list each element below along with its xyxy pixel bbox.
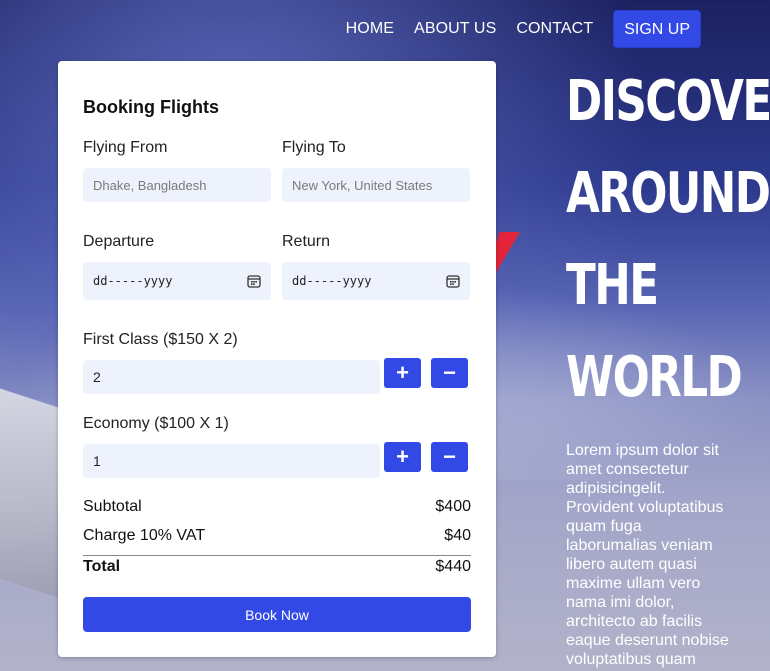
vat-value: $40 xyxy=(444,527,471,544)
first-class-qty-input[interactable]: 2 xyxy=(83,360,380,394)
flying-to-label: Flying To xyxy=(282,139,346,156)
departure-date-input[interactable]: dd-----yyyy xyxy=(83,262,271,300)
nav-about-link[interactable]: ABOUT US xyxy=(414,20,496,38)
booking-title: Booking Flights xyxy=(83,97,219,117)
nav-home-link[interactable]: HOME xyxy=(346,20,394,38)
return-date-input[interactable]: dd-----yyyy xyxy=(282,262,470,300)
total-divider xyxy=(83,555,471,556)
flying-to-input[interactable]: New York, United States xyxy=(282,168,470,202)
departure-date-text: dd-----yyyy xyxy=(93,274,173,288)
hero-title: DISCOVER AROUND THE WORLD xyxy=(566,56,770,424)
total-value: $440 xyxy=(435,558,471,575)
book-now-button[interactable]: Book Now xyxy=(83,597,471,632)
first-class-plus-button[interactable]: + xyxy=(384,358,421,388)
subtotal-value: $400 xyxy=(435,498,471,515)
first-class-minus-button[interactable]: − xyxy=(431,358,468,388)
return-date-text: dd-----yyyy xyxy=(292,274,372,288)
total-label: Total xyxy=(83,558,121,575)
hero-title-line: THE xyxy=(566,253,659,318)
vat-label: Charge 10% VAT xyxy=(83,527,206,544)
economy-plus-button[interactable]: + xyxy=(384,442,421,472)
subtotal-label: Subtotal xyxy=(83,498,142,515)
return-label: Return xyxy=(282,233,331,250)
hero-paragraph: Lorem ipsum dolor sit amet consectetur a… xyxy=(566,442,729,668)
top-nav: HOME ABOUT US CONTACT SIGN UP xyxy=(346,10,701,48)
total-row: Total $440 xyxy=(83,558,471,576)
departure-label: Departure xyxy=(83,233,155,250)
hero-title-line: DISCOVER xyxy=(566,69,770,134)
flying-from-input[interactable]: Dhake, Bangladesh xyxy=(83,168,271,202)
signup-button[interactable]: SIGN UP xyxy=(613,10,701,48)
booking-card: Booking Flights Flying From Dhake, Bangl… xyxy=(58,61,496,657)
flying-from-label: Flying From xyxy=(83,139,168,156)
economy-qty-input[interactable]: 1 xyxy=(83,444,380,478)
first-class-label: First Class ($150 X 2) xyxy=(83,331,238,348)
hero-title-line: AROUND xyxy=(566,161,770,226)
calendar-icon[interactable] xyxy=(446,274,460,288)
nav-contact-link[interactable]: CONTACT xyxy=(516,20,593,38)
subtotal-row: Subtotal $400 xyxy=(83,498,471,516)
vat-row: Charge 10% VAT $40 xyxy=(83,527,471,545)
hero-title-line: WORLD xyxy=(566,345,743,410)
calendar-icon[interactable] xyxy=(247,274,261,288)
economy-label: Economy ($100 X 1) xyxy=(83,415,229,432)
economy-minus-button[interactable]: − xyxy=(431,442,468,472)
